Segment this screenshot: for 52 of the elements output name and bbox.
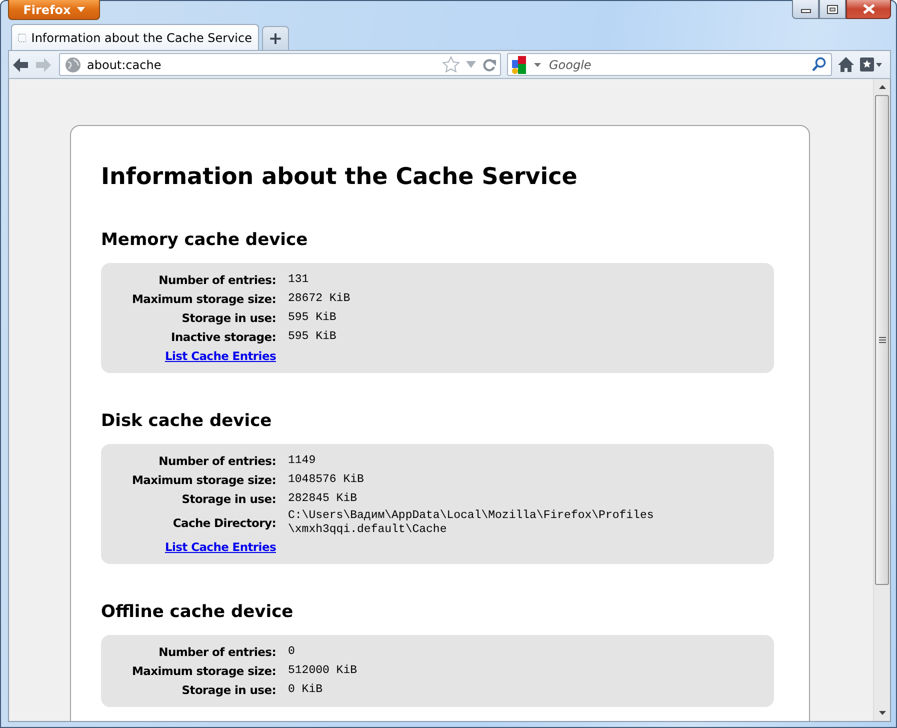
field-value: 131 (288, 273, 310, 287)
caret-icon (76, 7, 85, 12)
minimize-button[interactable] (792, 0, 819, 19)
scrollbar[interactable] (873, 79, 890, 721)
field-value: 0 (288, 645, 296, 659)
field-label: Number of entries: (158, 644, 276, 661)
field-value: 595 KiB (288, 330, 338, 344)
scrollbar-thumb[interactable] (875, 95, 889, 585)
field-label: Maximum storage size: (130, 663, 276, 680)
section-heading: Offline cache device (101, 602, 294, 622)
new-tab-button[interactable]: + (262, 26, 289, 50)
field-label: Maximum storage size: (130, 291, 276, 308)
field-value: 1048576 KiB (288, 473, 365, 487)
maximize-icon (827, 4, 838, 14)
search-field[interactable]: Google (507, 53, 832, 76)
section-heading: Disk cache device (101, 411, 273, 431)
field-label: Cache Directory: (172, 515, 276, 532)
field-value: C:\Users\Вадим\AppData\Local\Mozilla\Firefox\Profiles\xmxh3qqi.default\Cache (288, 509, 655, 537)
field-value: 28672 KiB (288, 292, 352, 306)
maximize-button[interactable] (819, 0, 846, 19)
address-field[interactable]: about:cache (59, 53, 501, 76)
search-input[interactable]: Google (545, 58, 808, 72)
field-label: Number of entries: (158, 453, 276, 470)
reload-icon[interactable] (482, 58, 496, 72)
globe-icon (65, 56, 81, 72)
list-entries-link[interactable]: List Cache Entries (164, 538, 276, 556)
scroll-down-icon[interactable] (878, 711, 886, 715)
field-label: Maximum storage size: (130, 472, 276, 489)
bookmarks-icon[interactable] (860, 57, 882, 72)
page-heading: Information about the Cache Service (101, 164, 578, 190)
search-icon[interactable] (812, 57, 826, 72)
scroll-up-icon[interactable] (878, 85, 886, 89)
field-label: Inactive storage: (170, 329, 276, 346)
field-label: Storage in use: (180, 491, 276, 508)
close-icon (862, 4, 874, 14)
field-value: 0 KiB (288, 683, 324, 697)
field-value: 512000 KiB (288, 664, 358, 678)
field-label: Storage in use: (180, 310, 276, 327)
caret-icon (534, 62, 541, 66)
back-arrow-icon[interactable] (13, 58, 29, 72)
section-heading: Memory cache device (101, 230, 309, 250)
grip-icon (878, 337, 886, 343)
browser-tab[interactable]: Information about the Cache Service (11, 24, 259, 50)
field-label: Storage in use: (180, 682, 276, 699)
close-button[interactable] (846, 0, 891, 19)
field-label: Number of entries: (158, 272, 276, 289)
home-icon[interactable] (838, 57, 854, 72)
star-icon[interactable] (442, 56, 460, 73)
field-value: 282845 KiB (288, 492, 358, 506)
field-value: 595 KiB (288, 311, 338, 325)
field-value: 1149 (288, 454, 317, 468)
list-entries-link[interactable]: List Cache Entries (164, 347, 276, 365)
